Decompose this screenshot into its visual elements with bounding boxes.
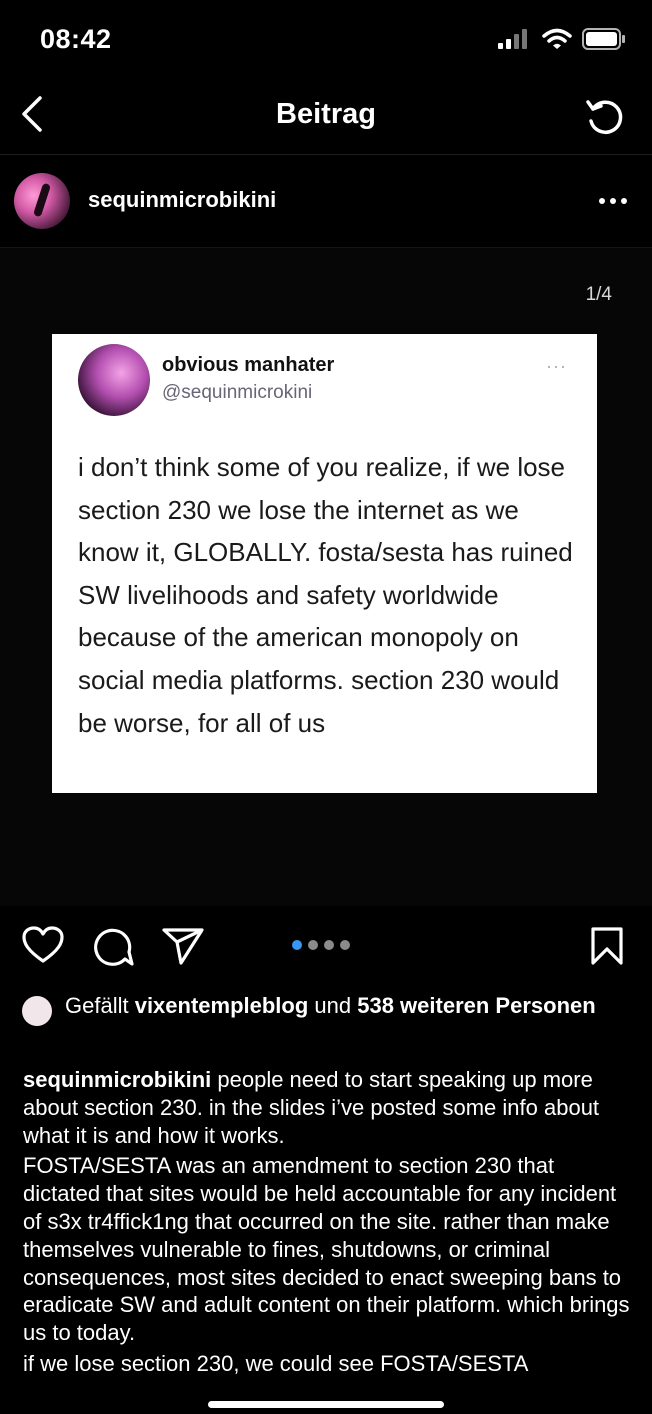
status-icons <box>498 28 626 50</box>
caption-paragraph: sequinmicrobikini people need to start s… <box>23 1066 633 1149</box>
carousel-dots <box>292 940 350 950</box>
likes-avatar[interactable] <box>22 996 52 1026</box>
likes-middle: und <box>308 993 358 1018</box>
likes-suffix: Personen <box>489 993 596 1018</box>
status-time: 08:42 <box>40 24 112 54</box>
carousel-dot <box>308 940 318 950</box>
paper-plane-icon[interactable] <box>162 926 204 966</box>
avatar[interactable] <box>14 173 70 229</box>
likes-text[interactable]: Gefällt vixentempleblog und 538 weiteren… <box>65 992 625 1020</box>
tweet-text: i don’t think some of you realize, if we… <box>78 452 573 738</box>
bookmark-icon[interactable] <box>589 926 625 966</box>
refresh-icon[interactable] <box>584 96 626 138</box>
post-header: sequinmicrobikini <box>0 155 652 248</box>
post-media[interactable]: 1/4 obvious manhater @sequinmicrokini ··… <box>0 248 652 906</box>
carousel-dot <box>292 940 302 950</box>
home-indicator <box>208 1401 444 1408</box>
caption-text-3: if we lose section 230, we could see FOS… <box>23 1350 529 1376</box>
battery-icon <box>582 28 625 50</box>
caption-text-2: FOSTA/SESTA was an amendment to section … <box>23 1153 630 1346</box>
action-bar <box>0 912 652 978</box>
tweet-name: obvious manhater <box>162 354 335 376</box>
likes-prefix: Gefällt <box>65 993 135 1018</box>
tweet-handle: @sequinmicrokini <box>162 382 313 403</box>
wifi-icon <box>542 28 572 49</box>
tweet-more-icon: ··· <box>546 356 567 376</box>
page-title: Beitrag <box>276 98 376 130</box>
tweet-card: obvious manhater @sequinmicrokini ··· i … <box>52 334 597 793</box>
carousel-dot <box>340 940 350 950</box>
carousel-dot <box>324 940 334 950</box>
nav-bar: Beitrag <box>0 82 652 155</box>
avatar-figure <box>32 182 52 218</box>
slide-counter: 1/4 <box>585 284 612 305</box>
signal-icon <box>498 29 527 49</box>
heart-icon[interactable] <box>22 926 64 964</box>
likes-count[interactable]: 538 weiteren <box>357 993 489 1018</box>
comment-icon[interactable] <box>92 926 134 968</box>
likes-user[interactable]: vixentempleblog <box>135 993 309 1018</box>
caption-username[interactable]: sequinmicrobikini <box>23 1067 211 1092</box>
more-horizontal-icon[interactable] <box>598 193 628 209</box>
post-username[interactable]: sequinmicrobikini <box>88 187 276 213</box>
tweet-avatar <box>78 344 150 416</box>
caption: sequinmicrobikini people need to start s… <box>23 1066 633 1381</box>
status-bar: 08:42 <box>0 0 652 80</box>
